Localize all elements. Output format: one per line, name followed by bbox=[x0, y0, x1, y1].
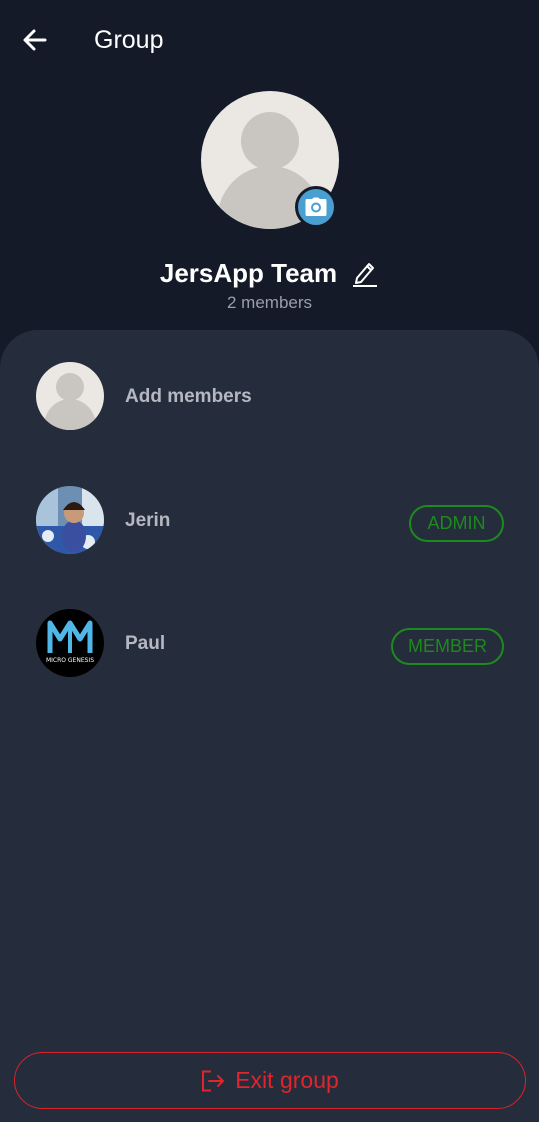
exit-group-label: Exit group bbox=[235, 1067, 339, 1093]
change-photo-button[interactable] bbox=[295, 186, 337, 228]
avatar bbox=[36, 486, 104, 554]
edit-name-button[interactable] bbox=[351, 258, 379, 288]
member-name: Paul bbox=[125, 633, 166, 654]
logo-text: MICRO GENESIS bbox=[46, 657, 94, 664]
add-members-row[interactable]: Add members bbox=[0, 362, 539, 432]
member-name: Jerin bbox=[125, 510, 171, 531]
role-badge-admin: ADMIN bbox=[409, 505, 504, 542]
member-row-jerin[interactable]: Jerin ADMIN bbox=[0, 486, 539, 556]
person-placeholder-icon bbox=[44, 373, 96, 430]
group-name-row: JersApp Team bbox=[0, 255, 539, 291]
members-panel: Add members Jerin ADMIN MICRO GENESIS Pa… bbox=[0, 330, 539, 1122]
member-count: 2 members bbox=[226, 293, 313, 312]
back-button[interactable] bbox=[20, 24, 52, 56]
group-name: JersApp Team bbox=[159, 257, 338, 288]
add-members-label: Add members bbox=[125, 386, 252, 407]
add-members-avatar bbox=[36, 362, 104, 430]
top-bar: Group bbox=[0, 0, 539, 80]
group-avatar-container bbox=[201, 91, 339, 229]
back-arrow-icon bbox=[23, 29, 47, 51]
pencil-icon bbox=[353, 263, 378, 287]
member-row-paul[interactable]: MICRO GENESIS Paul MEMBER bbox=[0, 609, 539, 679]
micro-genesis-logo: MICRO GENESIS bbox=[46, 620, 94, 664]
role-badge-member: MEMBER bbox=[391, 628, 504, 665]
camera-icon bbox=[305, 197, 327, 216]
avatar: MICRO GENESIS bbox=[36, 609, 104, 677]
exit-group-button[interactable]: Exit group bbox=[14, 1052, 526, 1109]
page-title: Group bbox=[94, 26, 164, 54]
exit-icon bbox=[202, 1070, 225, 1091]
jerin-photo bbox=[36, 486, 104, 554]
